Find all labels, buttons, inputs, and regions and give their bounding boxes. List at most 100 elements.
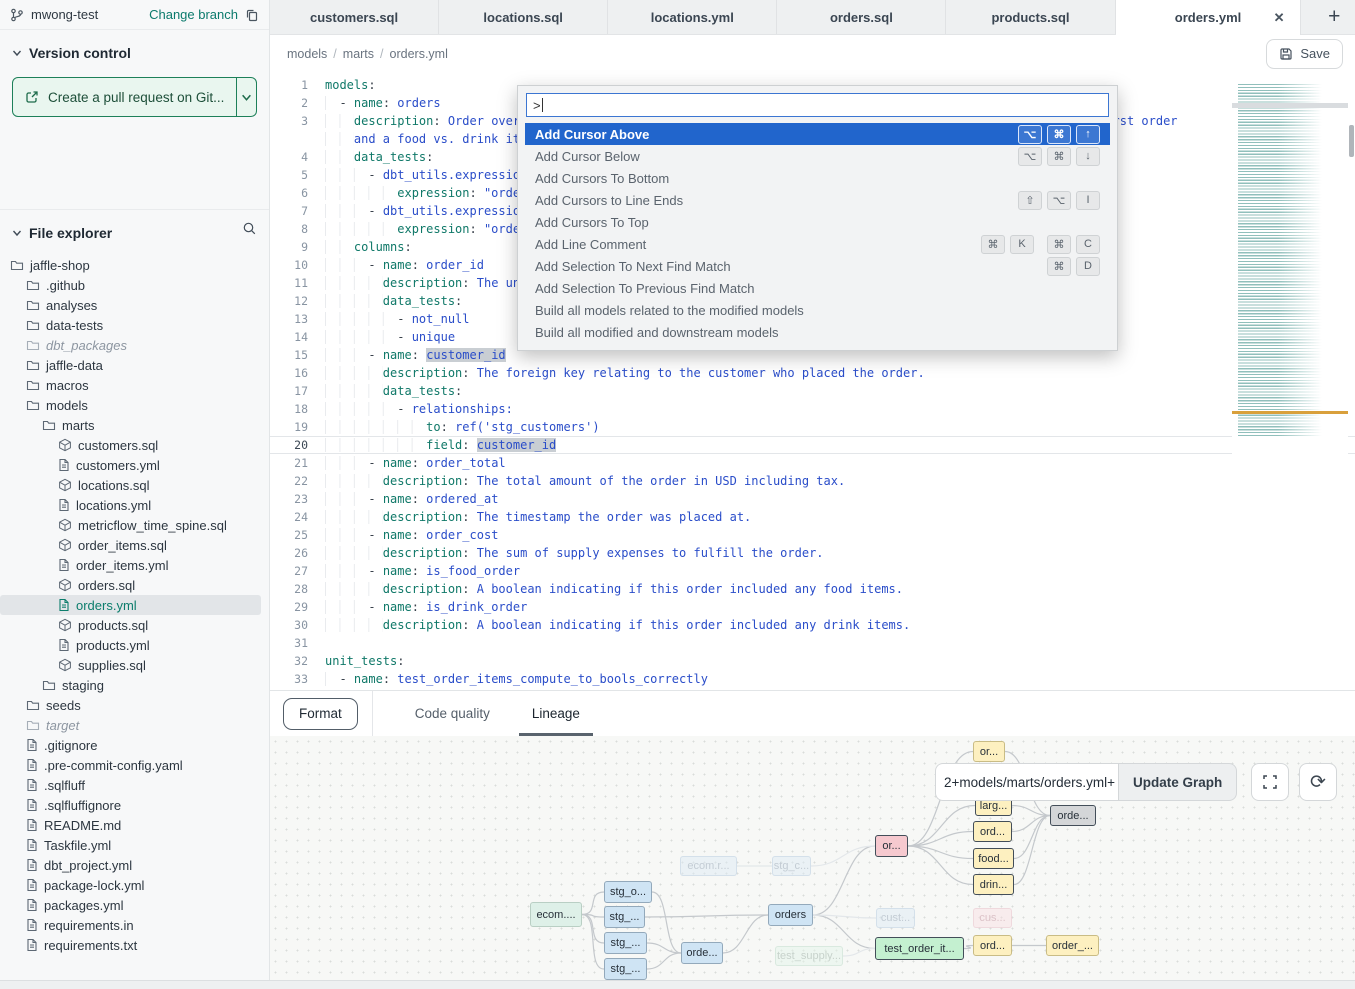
lineage-node-testorder[interactable]: test_order_it... (875, 937, 964, 960)
lineage-node-stg4[interactable]: stg_... (604, 958, 647, 980)
file-item-README.md[interactable]: README.md (0, 815, 269, 835)
editor-line[interactable]: 29 - name: is_drink_order (270, 598, 1355, 616)
lineage-node-stg1[interactable]: stg_o... (604, 881, 652, 903)
editor-line[interactable]: 25 - name: order_cost (270, 526, 1355, 544)
palette-item[interactable]: Add Cursors to Line Ends⇧⌥I (525, 189, 1110, 211)
folder-item-dbt_packages[interactable]: dbt_packages (0, 335, 269, 355)
lineage-node-or_pink[interactable]: or... (875, 835, 908, 857)
file-item-locations.sql[interactable]: locations.sql (0, 475, 269, 495)
editor-line[interactable]: 17 data_tests: (270, 382, 1355, 400)
folder-item-data-tests[interactable]: data-tests (0, 315, 269, 335)
command-palette-input[interactable]: > (526, 93, 1109, 117)
editor-line[interactable]: 19 to: ref('stg_customers') (270, 418, 1355, 436)
folder-item-jaffle-shop[interactable]: jaffle-shop (0, 255, 269, 275)
editor-line[interactable]: 16 description: The foreign key relating… (270, 364, 1355, 382)
lineage-node-ecom[interactable]: ecom.... (530, 902, 582, 927)
folder-item-analyses[interactable]: analyses (0, 295, 269, 315)
lineage-node-orders[interactable]: orders (768, 904, 813, 926)
change-branch-link[interactable]: Change branch (149, 7, 238, 22)
file-item-package-lock.yml[interactable]: package-lock.yml (0, 875, 269, 895)
file-item-requirements.txt[interactable]: requirements.txt (0, 935, 269, 955)
palette-item[interactable]: Add Cursor Below⌥⌘↓ (525, 145, 1110, 167)
lineage-node-orde_gray[interactable]: orde... (1050, 805, 1096, 826)
palette-item[interactable]: Add Line Comment⌘K⌘C (525, 233, 1110, 255)
file-item-order_items.yml[interactable]: order_items.yml (0, 555, 269, 575)
lineage-node-ecomr[interactable]: ecom.r... (680, 856, 737, 876)
breadcrumb[interactable]: models (287, 47, 327, 61)
file-item-supplies.sql[interactable]: supplies.sql (0, 655, 269, 675)
folder-item-macros[interactable]: macros (0, 375, 269, 395)
editor-line[interactable]: 31 (270, 634, 1355, 652)
fullscreen-button[interactable] (1251, 763, 1289, 801)
file-item-.gitignore[interactable]: .gitignore (0, 735, 269, 755)
file-explorer-header[interactable]: File explorer (0, 210, 242, 247)
close-icon[interactable]: ✕ (1274, 10, 1285, 26)
file-item-packages.yml[interactable]: packages.yml (0, 895, 269, 915)
lineage-node-ord1[interactable]: ord... (973, 821, 1012, 842)
editor-line[interactable]: 32unit_tests: (270, 652, 1355, 670)
lineage-node-food[interactable]: food... (973, 848, 1014, 869)
folder-item-jaffle-data[interactable]: jaffle-data (0, 355, 269, 375)
editor-line[interactable]: 21 - name: order_total (270, 454, 1355, 472)
palette-item[interactable]: Add Cursors To Bottom (525, 167, 1110, 189)
lineage-node-cust[interactable]: cust... (876, 908, 915, 928)
tab-customers.sql[interactable]: customers.sql (270, 0, 439, 34)
create-pr-dropdown[interactable] (236, 78, 256, 116)
file-item-dbt_project.yml[interactable]: dbt_project.yml (0, 855, 269, 875)
folder-item-staging[interactable]: staging (0, 675, 269, 695)
lineage-node-orditems[interactable]: orde... (681, 942, 723, 964)
lineage-canvas[interactable]: 2+models/marts/orders.yml+ Update Graph … (270, 736, 1355, 981)
editor-line[interactable]: 26 description: The sum of supply expens… (270, 544, 1355, 562)
folder-item-target[interactable]: target (0, 715, 269, 735)
create-pr-split-button[interactable]: Create a pull request on Git... (12, 77, 257, 117)
file-item-.sqlfluffignore[interactable]: .sqlfluffignore (0, 795, 269, 815)
lineage-search-input[interactable]: 2+models/marts/orders.yml+ (935, 763, 1118, 801)
editor-line[interactable]: 18 - relationships: (270, 400, 1355, 418)
tab-orders.sql[interactable]: orders.sql (777, 0, 946, 34)
editor-scrollbar[interactable] (1348, 72, 1355, 690)
refresh-button[interactable]: ⟳ (1299, 763, 1337, 801)
folder-item-models[interactable]: models (0, 395, 269, 415)
editor-line[interactable]: 23 - name: ordered_at (270, 490, 1355, 508)
editor-line[interactable]: 28 description: A boolean indicating if … (270, 580, 1355, 598)
breadcrumb[interactable]: marts (343, 47, 374, 61)
minimap[interactable] (1232, 72, 1348, 690)
folder-item-.github[interactable]: .github (0, 275, 269, 295)
editor-line[interactable]: 24 description: The timestamp the order … (270, 508, 1355, 526)
palette-item[interactable]: Build all models related to the modified… (525, 299, 1110, 321)
editor-line[interactable]: 30 description: A boolean indicating if … (270, 616, 1355, 634)
version-control-header[interactable]: Version control (0, 30, 269, 67)
tab-lineage[interactable]: Lineage (532, 691, 580, 736)
file-item-products.yml[interactable]: products.yml (0, 635, 269, 655)
folder-item-seeds[interactable]: seeds (0, 695, 269, 715)
update-graph-button[interactable]: Update Graph (1118, 763, 1237, 801)
file-item-products.sql[interactable]: products.sql (0, 615, 269, 635)
copy-icon[interactable] (245, 8, 259, 22)
lineage-node-or_y1[interactable]: or... (973, 741, 1005, 762)
file-item-orders.sql[interactable]: orders.sql (0, 575, 269, 595)
palette-item[interactable]: Add Cursor Above⌥⌘↑ (525, 123, 1110, 145)
lineage-node-stgc[interactable]: stg_c... (772, 856, 811, 876)
palette-item[interactable]: Add Selection To Next Find Match⌘D (525, 255, 1110, 277)
lineage-node-stg2[interactable]: stg_... (604, 906, 645, 928)
file-item-locations.yml[interactable]: locations.yml (0, 495, 269, 515)
file-item-customers.yml[interactable]: customers.yml (0, 455, 269, 475)
editor-line[interactable]: 33 - name: test_order_items_compute_to_b… (270, 670, 1355, 688)
create-pr-button[interactable]: Create a pull request on Git... (13, 78, 236, 116)
file-item-Taskfile.yml[interactable]: Taskfile.yml (0, 835, 269, 855)
breadcrumb[interactable]: orders.yml (390, 47, 448, 61)
lineage-node-ord2[interactable]: ord... (973, 935, 1012, 956)
lineage-node-drin[interactable]: drin... (973, 874, 1014, 895)
editor-line[interactable]: 27 - name: is_food_order (270, 562, 1355, 580)
folder-item-marts[interactable]: marts (0, 415, 269, 435)
file-item-requirements.in[interactable]: requirements.in (0, 915, 269, 935)
editor-line[interactable]: 20 field: customer_id (270, 436, 1355, 454)
editor-line[interactable]: 22 description: The total amount of the … (270, 472, 1355, 490)
palette-item[interactable]: Add Selection To Previous Find Match (525, 277, 1110, 299)
palette-item[interactable]: Add Cursors To Top (525, 211, 1110, 233)
file-item-.pre-commit-config.yaml[interactable]: .pre-commit-config.yaml (0, 755, 269, 775)
format-button[interactable]: Format (283, 698, 358, 730)
file-item-orders.yml[interactable]: orders.yml (0, 595, 261, 615)
file-item-metricflow_time_spine.sql[interactable]: metricflow_time_spine.sql (0, 515, 269, 535)
lineage-node-order3[interactable]: order_... (1046, 935, 1099, 956)
